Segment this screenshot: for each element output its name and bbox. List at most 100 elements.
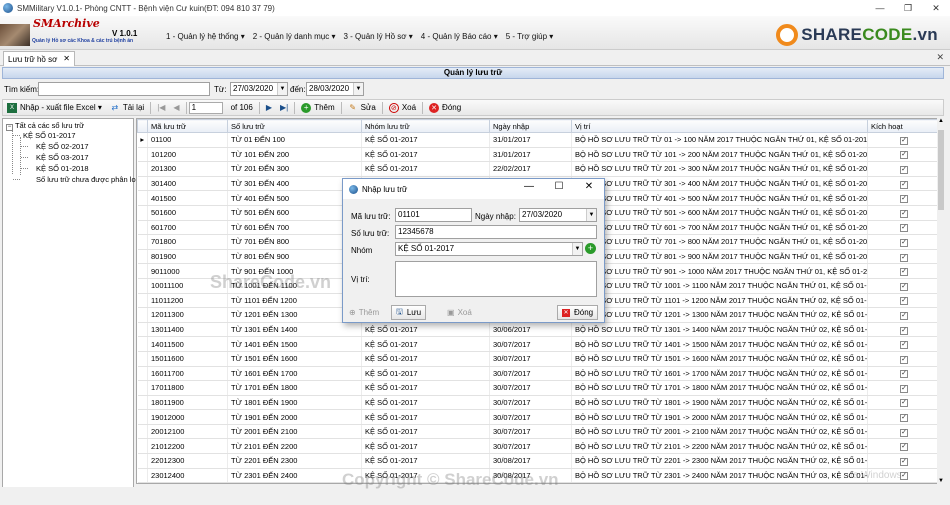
dialog-close-action-button[interactable]: ✕ Đóng: [557, 305, 599, 320]
checked-checkbox-icon[interactable]: ✓: [900, 282, 908, 291]
row-selector[interactable]: [137, 220, 148, 236]
checked-checkbox-icon[interactable]: ✓: [900, 253, 908, 262]
chevron-down-icon[interactable]: ▼: [586, 209, 596, 221]
table-row[interactable]: 18011900 TỪ 1801 ĐẾN 1900 KỆ SỐ 01-2017 30/…: [137, 395, 938, 411]
active-checkbox-cell[interactable]: ✓: [867, 453, 938, 469]
search-input[interactable]: [38, 82, 210, 96]
grid-vertical-scrollbar[interactable]: ▲ ▼: [937, 118, 945, 484]
active-checkbox-cell[interactable]: ✓: [867, 176, 938, 192]
column-header[interactable]: Số lưu trữ: [227, 119, 362, 133]
table-row[interactable]: 19012000 TỪ 1901 ĐẾN 2000 KỆ SỐ 01-2017 30/…: [137, 409, 938, 425]
row-selector[interactable]: [137, 380, 148, 396]
close-button[interactable]: ✕ Đóng: [425, 100, 465, 115]
menu-help[interactable]: 5 - Trợ giúp ▾: [502, 32, 558, 41]
import-export-excel-button[interactable]: X Nhập - xuất file Excel ▾: [3, 100, 106, 115]
row-selector[interactable]: [137, 307, 148, 323]
tree-item-unclassified[interactable]: Số lưu trữ chưa được phân lo: [36, 175, 136, 184]
column-header[interactable]: Nhóm lưu trữ: [361, 119, 490, 133]
from-date-picker[interactable]: 27/03/2020 ▼: [230, 82, 288, 96]
checked-checkbox-icon[interactable]: ✓: [900, 384, 908, 393]
tree-item[interactable]: KỆ SỐ 03-2017: [36, 153, 89, 162]
table-row[interactable]: 23012400 TỪ 2301 ĐẾN 2400 KỆ SỐ 01-2017 30/…: [137, 468, 938, 483]
last-page-button[interactable]: ▶|: [276, 100, 292, 115]
checked-checkbox-icon[interactable]: ✓: [900, 268, 908, 277]
row-selector[interactable]: [137, 161, 148, 177]
active-checkbox-cell[interactable]: ✓: [867, 263, 938, 279]
table-row[interactable]: 13011400 TỪ 1301 ĐẾN 1400 KỆ SỐ 01-2017 30/…: [137, 322, 938, 338]
dialog-maximize-button[interactable]: ☐: [544, 181, 574, 192]
menu-system[interactable]: 1 - Quản lý hệ thống ▾: [162, 32, 249, 41]
ma-luu-tru-input[interactable]: 01101: [395, 208, 472, 222]
active-checkbox-cell[interactable]: ✓: [867, 205, 938, 221]
checked-checkbox-icon[interactable]: ✓: [900, 238, 908, 247]
row-selector[interactable]: [137, 176, 148, 192]
active-checkbox-cell[interactable]: ✓: [867, 249, 938, 265]
active-checkbox-cell[interactable]: ✓: [867, 307, 938, 323]
checked-checkbox-icon[interactable]: ✓: [900, 224, 908, 233]
active-checkbox-cell[interactable]: ✓: [867, 395, 938, 411]
next-page-button[interactable]: ▶: [262, 100, 276, 115]
reload-button[interactable]: ⇄ Tải lại: [106, 100, 148, 115]
checked-checkbox-icon[interactable]: ✓: [900, 457, 908, 466]
row-selector[interactable]: [137, 278, 148, 294]
checked-checkbox-icon[interactable]: ✓: [900, 209, 908, 218]
table-row[interactable]: ▸ 01100 TỪ 01 ĐẾN 100 KỆ SỐ 01-2017 31/01/20…: [137, 132, 938, 148]
tree-item[interactable]: KỆ SỐ 01-2018: [36, 164, 89, 173]
tab-luu-tru-ho-so[interactable]: Lưu trữ hồ sơ ✕: [3, 51, 75, 66]
column-header[interactable]: Ngày nhập: [489, 119, 572, 133]
tree-item[interactable]: KỆ SỐ 02-2017: [36, 142, 89, 151]
row-selector[interactable]: [137, 395, 148, 411]
active-checkbox-cell[interactable]: ✓: [867, 351, 938, 367]
table-row[interactable]: 16011700 TỪ 1601 ĐẾN 1700 KỆ SỐ 01-2017 30/…: [137, 366, 938, 382]
active-checkbox-cell[interactable]: ✓: [867, 438, 938, 455]
table-row[interactable]: 21012200 TỪ 2101 ĐẾN 2200 KỆ SỐ 01-2017 30/…: [137, 438, 938, 455]
row-selector[interactable]: [137, 322, 148, 338]
checked-checkbox-icon[interactable]: ✓: [900, 341, 908, 350]
row-selector[interactable]: [137, 366, 148, 382]
checked-checkbox-icon[interactable]: ✓: [900, 399, 908, 408]
scroll-up-icon[interactable]: ▲: [938, 118, 944, 124]
active-checkbox-cell[interactable]: ✓: [867, 278, 938, 294]
restore-button[interactable]: ❐: [894, 0, 922, 16]
delete-button[interactable]: ⊘ Xoá: [385, 100, 420, 115]
tree-item[interactable]: KỆ SỐ 01-2017: [23, 131, 76, 140]
table-row[interactable]: 17011800 TỪ 1701 ĐẾN 1800 KỆ SỐ 01-2017 30/…: [137, 380, 938, 396]
menu-records[interactable]: 3 - Quản lý Hồ sơ ▾: [339, 32, 416, 41]
ngay-nhap-date-picker[interactable]: 27/03/2020 ▼: [519, 208, 597, 222]
checked-checkbox-icon[interactable]: ✓: [900, 414, 908, 423]
checked-checkbox-icon[interactable]: ✓: [900, 355, 908, 364]
table-row[interactable]: 201300 TỪ 201 ĐẾN 300 KỆ SỐ 01-2017 22/02/2…: [137, 161, 938, 177]
row-selector[interactable]: [137, 147, 148, 163]
row-selector[interactable]: [137, 234, 148, 250]
dialog-add-button[interactable]: ⊕ Thêm: [345, 305, 383, 320]
table-row[interactable]: 20012100 TỪ 2001 ĐẾN 2100 KỆ SỐ 01-2017 30/…: [137, 424, 938, 440]
active-checkbox-cell[interactable]: ✓: [867, 380, 938, 396]
dialog-save-button[interactable]: 🖫 Lưu: [391, 305, 427, 320]
column-header[interactable]: Mã lưu trữ: [147, 119, 228, 133]
active-checkbox-cell[interactable]: ✓: [867, 293, 938, 309]
checked-checkbox-icon[interactable]: ✓: [900, 180, 908, 189]
table-row[interactable]: 15011600 TỪ 1501 ĐẾN 1600 KỆ SỐ 01-2017 30/…: [137, 351, 938, 367]
close-window-button[interactable]: ✕: [922, 0, 950, 16]
nhom-select[interactable]: KỆ SỐ 01-2017 ▼: [395, 242, 583, 256]
chevron-down-icon[interactable]: ▼: [353, 83, 363, 95]
active-checkbox-cell[interactable]: ✓: [867, 190, 938, 206]
active-checkbox-cell[interactable]: ✓: [867, 234, 938, 250]
menu-reports[interactable]: 4 - Quản lý Báo cáo ▾: [417, 32, 502, 41]
column-header[interactable]: Vị trí: [571, 119, 868, 133]
dialog-minimize-button[interactable]: —: [514, 181, 544, 192]
row-selector[interactable]: [137, 468, 148, 483]
tab-close-icon[interactable]: ✕: [63, 54, 70, 63]
chevron-down-icon[interactable]: ▼: [277, 83, 287, 95]
checked-checkbox-icon[interactable]: ✓: [900, 326, 908, 335]
active-checkbox-cell[interactable]: ✓: [867, 132, 938, 148]
active-checkbox-cell[interactable]: ✓: [867, 409, 938, 425]
checked-checkbox-icon[interactable]: ✓: [900, 297, 908, 306]
to-date-picker[interactable]: 28/03/2020 ▼: [306, 82, 364, 96]
row-selector[interactable]: [137, 263, 148, 279]
active-checkbox-cell[interactable]: ✓: [867, 336, 938, 352]
active-checkbox-cell[interactable]: ✓: [867, 220, 938, 236]
row-selector[interactable]: ▸: [137, 132, 148, 148]
chevron-down-icon[interactable]: ▼: [572, 243, 582, 255]
active-checkbox-cell[interactable]: ✓: [867, 366, 938, 382]
